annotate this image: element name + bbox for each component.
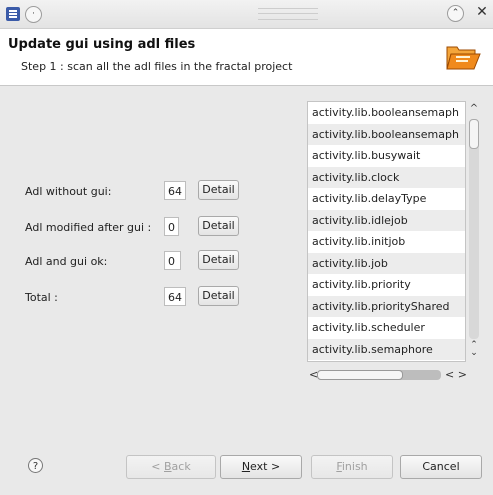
- scroll-leftright-icon[interactable]: < >: [445, 368, 467, 382]
- list-item[interactable]: activity.lib.clock: [308, 166, 465, 188]
- app-icon: [6, 7, 20, 21]
- back-button[interactable]: < Back: [126, 455, 216, 479]
- next-rest: ext >: [250, 460, 281, 473]
- stat-label-modified: Adl modified after gui :: [25, 221, 152, 234]
- wizard-footer: ? < Back Next > Finish Cancel: [0, 436, 493, 495]
- stat-label-without-gui: Adl without gui:: [25, 185, 112, 198]
- adl-file-list[interactable]: activity.lib.booleansemaph activity.lib.…: [307, 101, 466, 362]
- list-item[interactable]: activity.lib.semaphore: [308, 338, 465, 360]
- minimize-icon[interactable]: ⌃: [447, 5, 464, 22]
- list-item[interactable]: activity.lib.scheduler: [308, 317, 465, 339]
- vertical-scroll-track[interactable]: [469, 119, 479, 339]
- cancel-button[interactable]: Cancel: [400, 455, 482, 479]
- stat-value-modified: 0: [164, 217, 179, 236]
- scroll-updown-icon[interactable]: ⌃⌄: [468, 341, 480, 358]
- wizard-header: Update gui using adl files Step 1 : scan…: [0, 29, 493, 86]
- titlebar-grip: [258, 8, 318, 20]
- stat-value-without-gui: 64: [164, 181, 186, 200]
- page-title: Update gui using adl files: [8, 37, 196, 52]
- list-item[interactable]: activity.lib.idlejob: [308, 209, 465, 231]
- close-icon[interactable]: ✕: [474, 4, 490, 22]
- folder-open-icon: [446, 46, 481, 70]
- detail-button-modified[interactable]: Detail: [198, 216, 239, 236]
- finish-rest: inish: [341, 460, 368, 473]
- list-horizontal-scrollbar[interactable]: < < >: [307, 368, 467, 382]
- back-prefix: <: [151, 460, 164, 473]
- list-vertical-scrollbar[interactable]: ^ ⌃⌄: [466, 101, 482, 360]
- list-item[interactable]: activity.lib.booleansemaph: [308, 123, 465, 145]
- back-rest: ack: [171, 460, 191, 473]
- list-item[interactable]: activity.lib.busywait: [308, 145, 465, 167]
- list-item[interactable]: activity.lib.priority: [308, 274, 465, 296]
- detail-button-ok[interactable]: Detail: [198, 250, 239, 270]
- stat-label-total: Total :: [25, 291, 58, 304]
- scroll-up-icon[interactable]: ^: [468, 103, 480, 115]
- vertical-scroll-thumb[interactable]: [469, 119, 479, 149]
- finish-button[interactable]: Finish: [311, 455, 393, 479]
- list-item[interactable]: activity.lib.initjob: [308, 231, 465, 253]
- next-mnemonic: N: [241, 460, 251, 473]
- stat-value-ok: 0: [164, 251, 181, 270]
- next-button[interactable]: Next >: [220, 455, 302, 479]
- list-item[interactable]: activity.lib.delayType: [308, 188, 465, 210]
- stat-value-total: 64: [164, 287, 186, 306]
- back-mnemonic: B: [164, 460, 172, 473]
- detail-button-without-gui[interactable]: Detail: [198, 180, 239, 200]
- help-icon[interactable]: ?: [28, 458, 43, 473]
- window-titlebar: · ⌃ ✕: [0, 0, 493, 29]
- list-item[interactable]: activity.lib.booleansemaph: [308, 102, 465, 124]
- stat-label-ok: Adl and gui ok:: [25, 255, 108, 268]
- list-item[interactable]: activity.lib.priorityShared: [308, 295, 465, 317]
- page-description: Step 1 : scan all the adl files in the f…: [21, 60, 293, 73]
- dot-button-icon[interactable]: ·: [25, 6, 42, 23]
- list-item[interactable]: activity.lib.job: [308, 252, 465, 274]
- detail-button-total[interactable]: Detail: [198, 286, 239, 306]
- horizontal-scroll-thumb[interactable]: [317, 370, 403, 380]
